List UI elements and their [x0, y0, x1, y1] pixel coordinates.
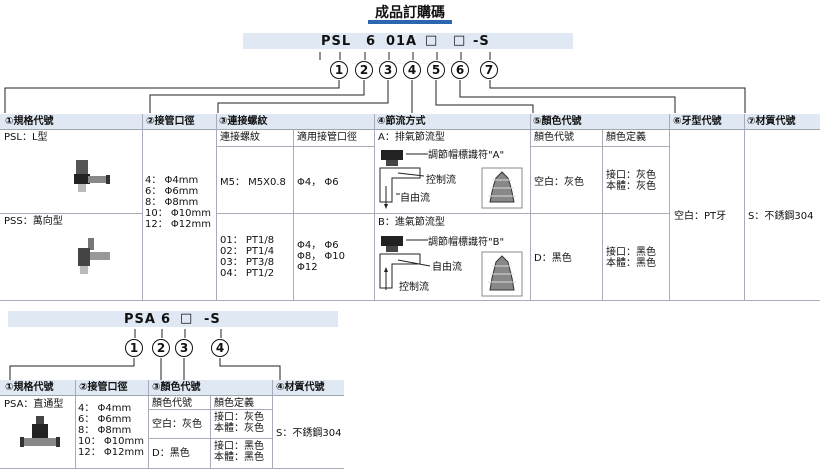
psa-header-spec: ①規格代號 — [5, 382, 54, 393]
psl-material: S：不銹鋼304 — [748, 211, 814, 222]
psl-color-gray: 空白：灰色 — [534, 177, 584, 188]
psl-color-subheader-1: 顏色代號 — [534, 132, 574, 143]
psa-header-tube: ②接管口徑 — [79, 382, 128, 393]
psa-header-color: ③顏色代號 — [152, 382, 201, 393]
psa-color-subheader-1: 顏色代號 — [152, 398, 192, 409]
psa-leader-lines — [9, 329, 281, 380]
psl-color-subheader-2: 顏色定義 — [606, 132, 646, 143]
psl-spec-universal: PSS：萬向型 — [4, 216, 63, 227]
universal-fitting-image — [78, 238, 110, 274]
psa-color-gray-def: 接口：灰色 本體：灰色 — [214, 412, 264, 434]
psa-color-black: D：黑色 — [152, 448, 190, 459]
psa-header-material: ④材質代號 — [276, 382, 325, 393]
psl-thread-pt: 01： PT1/8 02： PT1/4 03： PT3/8 04： PT1/2 — [220, 235, 275, 279]
psl-spec-l: PSL：L型 — [4, 132, 48, 143]
flow-a-diagram — [379, 150, 523, 209]
psa-fitting-image — [20, 416, 60, 447]
flow-a-label: A：排氣節流型 — [378, 132, 445, 143]
psl-header-flow: ④節流方式 — [377, 116, 426, 127]
psa-spec: PSA：直通型 — [4, 399, 64, 410]
psl-leader-lines — [4, 52, 746, 113]
psl-thread-type: 空白：PT牙 — [674, 211, 727, 222]
psa-material: S：不銹鋼304 — [276, 428, 342, 439]
psl-thread-m5: M5： M5X0.8 — [220, 177, 286, 188]
psl-table-header: ①規格代號 ②接管口徑 ③連接螺紋 ④節流方式 ⑤顏色代號 ⑥牙型代號 ⑦材質代… — [0, 114, 820, 130]
psa-color-black-def: 接口：黑色 本體：黑色 — [214, 441, 264, 463]
psl-header-color: ⑤顏色代號 — [533, 116, 582, 127]
flow-b-label: B：進氣節流型 — [378, 217, 445, 228]
psl-header-tube: ②接管口徑 — [146, 116, 195, 127]
psl-header-thread-type: ⑥牙型代號 — [673, 116, 722, 127]
psa-color-gray: 空白：灰色 — [152, 419, 202, 430]
psl-thread-subheader-1: 連接螺紋 — [220, 132, 260, 143]
psl-tube-sizes: 4： Φ4mm 6： Φ6mm 8： Φ8mm 10： Φ10mm 12： Φ1… — [145, 175, 211, 230]
psl-color-black-def: 接口：黑色 本體：黑色 — [606, 247, 656, 269]
flow-b-diagram — [379, 236, 523, 297]
psl-color-black: D：黑色 — [534, 253, 572, 264]
psa-table-header: ①規格代號 ②接管口徑 ③顏色代號 ④材質代號 — [0, 380, 344, 396]
psl-thread-subheader-2: 適用接管口徑 — [297, 132, 357, 143]
psa-color-subheader-2: 顏色定義 — [214, 398, 254, 409]
psl-thread-pt-tube: Φ4， Φ6 Φ8， Φ10 Φ12 — [297, 240, 346, 273]
psa-tube-sizes: 4： Φ4mm 6： Φ6mm 8： Φ8mm 10： Φ10mm 12： Φ1… — [78, 403, 144, 458]
psl-header-material: ⑦材質代號 — [747, 116, 796, 127]
psl-header-spec: ①規格代號 — [5, 116, 54, 127]
psl-header-thread: ③連接螺紋 — [219, 116, 268, 127]
psl-thread-m5-tube: Φ4， Φ6 — [297, 177, 339, 188]
psl-color-gray-def: 接口：灰色 本體：灰色 — [606, 170, 656, 192]
l-fitting-image — [74, 160, 110, 192]
